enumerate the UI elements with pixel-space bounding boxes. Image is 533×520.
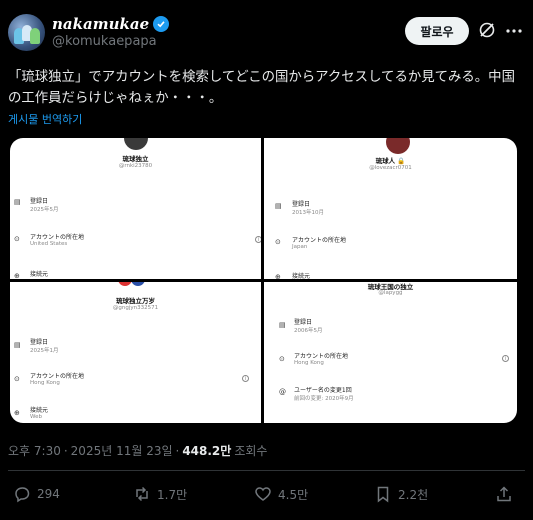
meta-separator: ·	[175, 444, 180, 458]
location-label: アカウントの所在地	[294, 353, 349, 360]
flag-icon	[118, 282, 132, 286]
avatar[interactable]	[8, 14, 45, 51]
reply-count: 294	[37, 487, 60, 501]
info-icon: i	[502, 355, 509, 362]
joined-label: 登録日	[292, 201, 311, 208]
profile-picture	[124, 138, 148, 150]
views-label: 조회수	[234, 444, 268, 458]
divider	[8, 470, 525, 471]
post-date[interactable]: 2025년 11월 23일	[71, 442, 173, 459]
username-change-value: 前回の変更: 2020年9月	[294, 396, 354, 402]
joined-label: 登録日	[294, 319, 313, 326]
bookmark-button[interactable]: 2.2천	[374, 485, 428, 503]
location-icon: ⊙	[279, 355, 285, 363]
bookmark-icon	[377, 486, 389, 503]
reply-icon	[15, 487, 30, 503]
post-text: 「琉球独立」でアカウントを検索してどこの国からアクセスしてるか見てみる。中国の工…	[8, 70, 515, 106]
view-count: 448.2만	[182, 444, 232, 458]
joined-value: 2006年5月	[294, 328, 323, 334]
connected-value: Web	[30, 414, 42, 420]
user-handle[interactable]: @komukaepapa	[52, 34, 157, 49]
heart-icon	[255, 487, 271, 501]
flag-icon	[131, 282, 145, 286]
connected-label: 接続元	[30, 271, 49, 278]
calendar-icon: ▤	[14, 341, 21, 349]
share-icon	[497, 486, 511, 502]
calendar-icon: ▤	[14, 198, 21, 206]
joined-label: 登録日	[30, 339, 49, 346]
globe-icon: ⊕	[14, 409, 20, 417]
follow-button[interactable]: 팔로우	[405, 17, 469, 45]
calendar-icon: ▤	[279, 321, 286, 329]
location-icon: ⊙	[14, 375, 20, 383]
media-image-3[interactable]: 琉球独立万岁 @gngjyn332571 ▤ 登録日 2025年1月 ⊙ アカウ…	[10, 282, 261, 423]
media-image-4[interactable]: 琉球王国の独立 @lapygg ▤ 登録日 2006年5月 ⊙ アカウントの所在…	[264, 282, 517, 423]
connected-label: 接続元	[30, 407, 49, 414]
info-icon: i	[242, 375, 249, 382]
location-label: アカウントの所在地	[292, 237, 347, 244]
profile-picture	[386, 138, 410, 154]
avatar-figure	[30, 28, 40, 44]
media-image-2[interactable]: 琉球人 🔒 @lovezacr0701 ▤ 登録日 2013年10月 ⊙ アカウ…	[264, 138, 517, 279]
verified-badge-icon	[153, 16, 170, 32]
location-icon: ⊙	[275, 238, 281, 246]
location-label: アカウントの所在地	[30, 373, 85, 380]
post-meta: 오후 7:30 · 2025년 11월 23일 · 448.2만 조회수	[8, 442, 267, 459]
location-value: Japan	[292, 244, 308, 250]
connected-label: 接続元	[292, 273, 311, 279]
location-icon: ⊙	[14, 235, 20, 243]
repost-icon	[136, 486, 148, 502]
joined-value: 2025年5月	[30, 207, 59, 213]
name-row: nakamukae	[52, 15, 170, 33]
joined-value: 2025年1月	[30, 348, 59, 354]
at-sign-icon: @	[279, 388, 286, 396]
media-grid[interactable]: 琉球独立 @rnki23780 ▤ 登録日 2025年5月 ⊙ アカウントの所在…	[10, 138, 517, 423]
more-options-icon[interactable]	[505, 22, 523, 40]
post-header: nakamukae @komukaepapa 팔로우	[0, 0, 533, 60]
like-button[interactable]: 4.5만	[254, 485, 308, 503]
post-time[interactable]: 오후 7:30	[8, 442, 61, 459]
location-value: Hong Kong	[30, 380, 60, 386]
profile-handle: @gngjyn332571	[112, 305, 159, 311]
repost-count: 1.7만	[157, 487, 188, 502]
lock-icon: 🔒	[397, 157, 406, 165]
location-value: Hong Kong	[294, 360, 324, 366]
profile-handle: @lovezacr0701	[369, 165, 412, 171]
joined-value: 2013年10月	[292, 210, 324, 216]
location-label: アカウントの所在地	[30, 234, 85, 241]
profile-name: 琉球人 🔒	[375, 157, 406, 165]
grok-icon[interactable]	[478, 21, 496, 39]
share-button[interactable]	[495, 485, 513, 503]
translate-post-link[interactable]: 게시물 번역하기	[8, 111, 82, 127]
profile-handle: @lapygg	[378, 290, 403, 296]
media-image-1[interactable]: 琉球独立 @rnki23780 ▤ 登録日 2025年5月 ⊙ アカウントの所在…	[10, 138, 261, 279]
reply-button[interactable]: 294	[13, 485, 60, 503]
profile-handle: @rnki23780	[118, 163, 153, 169]
like-count: 4.5만	[278, 487, 309, 502]
repost-button[interactable]: 1.7만	[133, 485, 187, 503]
profile-name: 琉球独立	[122, 155, 149, 163]
calendar-icon: ▤	[275, 202, 282, 210]
display-name[interactable]: nakamukae	[52, 15, 149, 33]
profile-name: 琉球独立万岁	[116, 297, 155, 305]
meta-separator: ·	[63, 444, 68, 458]
location-value: United States	[30, 241, 68, 247]
joined-label: 登録日	[30, 198, 49, 205]
bookmark-count: 2.2천	[398, 487, 429, 502]
username-change-label: ユーザー名の変更1回	[294, 387, 352, 394]
